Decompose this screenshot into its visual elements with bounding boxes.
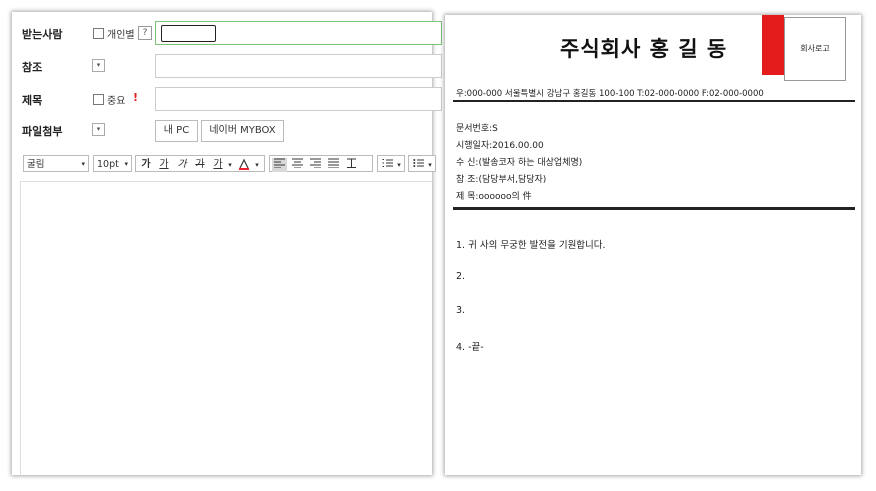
important-checkbox[interactable] — [93, 94, 104, 105]
ordered-list-icon — [380, 158, 394, 172]
cc-row: 참조 ▾ — [12, 53, 442, 79]
size-select-value: 10pt — [97, 159, 119, 170]
body-divider — [453, 207, 855, 210]
company-logo: 회사로고 — [784, 17, 846, 81]
important-mark-icon: ! — [133, 91, 139, 104]
body-line-2: 2. — [456, 271, 466, 282]
body-line-1: 1. 귀 사의 무궁한 발전을 기원합니다. — [456, 240, 606, 251]
doc-number: 문서번호:S — [456, 124, 498, 134]
cc-label: 참조 — [22, 61, 43, 74]
align-center-icon[interactable] — [290, 158, 305, 172]
chevron-down-icon: ▾ — [428, 161, 432, 169]
header-divider — [453, 100, 855, 102]
align-group — [269, 155, 373, 172]
highlight-color-icon[interactable] — [237, 158, 251, 172]
attach-label: 파일첨부 — [22, 125, 63, 138]
reference-line: 참 조:(담당부서,담당자) — [456, 175, 547, 185]
chevron-down-icon[interactable]: ▾ — [253, 158, 261, 172]
chevron-down-icon: ▾ — [124, 160, 128, 168]
italic-button[interactable]: 가 — [175, 158, 189, 172]
subject-input[interactable] — [155, 87, 442, 111]
important-label: 중요 — [107, 96, 126, 107]
bullet-list-button[interactable]: ▾ — [408, 155, 436, 172]
subject-label: 제목 — [22, 94, 43, 107]
issue-date: 시행일자:2016.00.00 — [456, 141, 544, 151]
font-color-button[interactable]: 가 — [211, 158, 225, 172]
bold-button[interactable]: 가 — [139, 158, 153, 172]
line-height-icon[interactable] — [344, 158, 359, 172]
strikethrough-button[interactable]: 가 — [193, 158, 207, 172]
to-row: 받는사람 개인별 ? — [12, 20, 442, 46]
align-right-icon[interactable] — [308, 158, 323, 172]
individual-label: 개인별 — [107, 30, 135, 41]
address-line: 우:000-000 서울특별시 강남구 홍길동 100-100 T:02-000… — [456, 89, 764, 99]
recipient-token-input[interactable] — [161, 25, 216, 42]
red-accent-bar — [762, 15, 784, 75]
subject-row: 제목 중요 ! — [12, 86, 442, 112]
my-pc-button[interactable]: 내 PC — [155, 120, 198, 142]
ordered-list-button[interactable]: ▾ — [377, 155, 405, 172]
underline-button[interactable]: 가 — [157, 158, 171, 172]
letter-document: 주식회사 홍 길 동 회사로고 우:000-000 서울특별시 강남구 홍길동 … — [445, 15, 861, 475]
cc-dropdown-icon[interactable]: ▾ — [92, 59, 105, 72]
to-input[interactable] — [155, 21, 442, 45]
cc-input[interactable] — [155, 54, 442, 78]
body-line-4: 4. -끝- — [456, 342, 484, 353]
chevron-down-icon: ▾ — [81, 160, 85, 168]
chevron-down-icon[interactable]: ▾ — [226, 158, 234, 172]
recipient-line: 수 신:(발송코자 하는 대상업체명) — [456, 158, 583, 168]
font-select[interactable]: 굴림 ▾ — [23, 155, 89, 172]
text-style-group: 가 가 가 가 가 ▾ ▾ — [135, 155, 265, 172]
body-line-3: 3. — [456, 305, 466, 316]
subject-line: 제 목:oooooo의 件 — [456, 192, 532, 202]
company-title: 주식회사 홍 길 동 — [560, 37, 728, 61]
chevron-down-icon: ▾ — [397, 161, 401, 169]
align-justify-icon[interactable] — [326, 158, 341, 172]
editor-body[interactable] — [20, 181, 433, 476]
mybox-button[interactable]: 네이버 MYBOX — [201, 120, 284, 142]
bullet-list-icon — [411, 158, 425, 172]
individual-checkbox[interactable] — [93, 28, 104, 39]
attach-dropdown-icon[interactable]: ▾ — [92, 123, 105, 136]
help-icon[interactable]: ? — [138, 26, 152, 40]
size-select[interactable]: 10pt ▾ — [93, 155, 132, 172]
to-label: 받는사람 — [22, 28, 63, 41]
align-left-icon[interactable] — [272, 158, 287, 172]
font-select-value: 굴림 — [27, 159, 45, 170]
editor-toolbar: 굴림 ▾ 10pt ▾ 가 가 가 가 가 ▾ ▾ ▾ ▾ — [21, 155, 436, 175]
attach-row: 파일첨부 ▾ 내 PC 네이버 MYBOX — [12, 117, 432, 143]
mail-compose-panel: 받는사람 개인별 ? 참조 ▾ 제목 중요 ! 파일첨부 ▾ 내 PC 네이버 … — [12, 12, 442, 476]
